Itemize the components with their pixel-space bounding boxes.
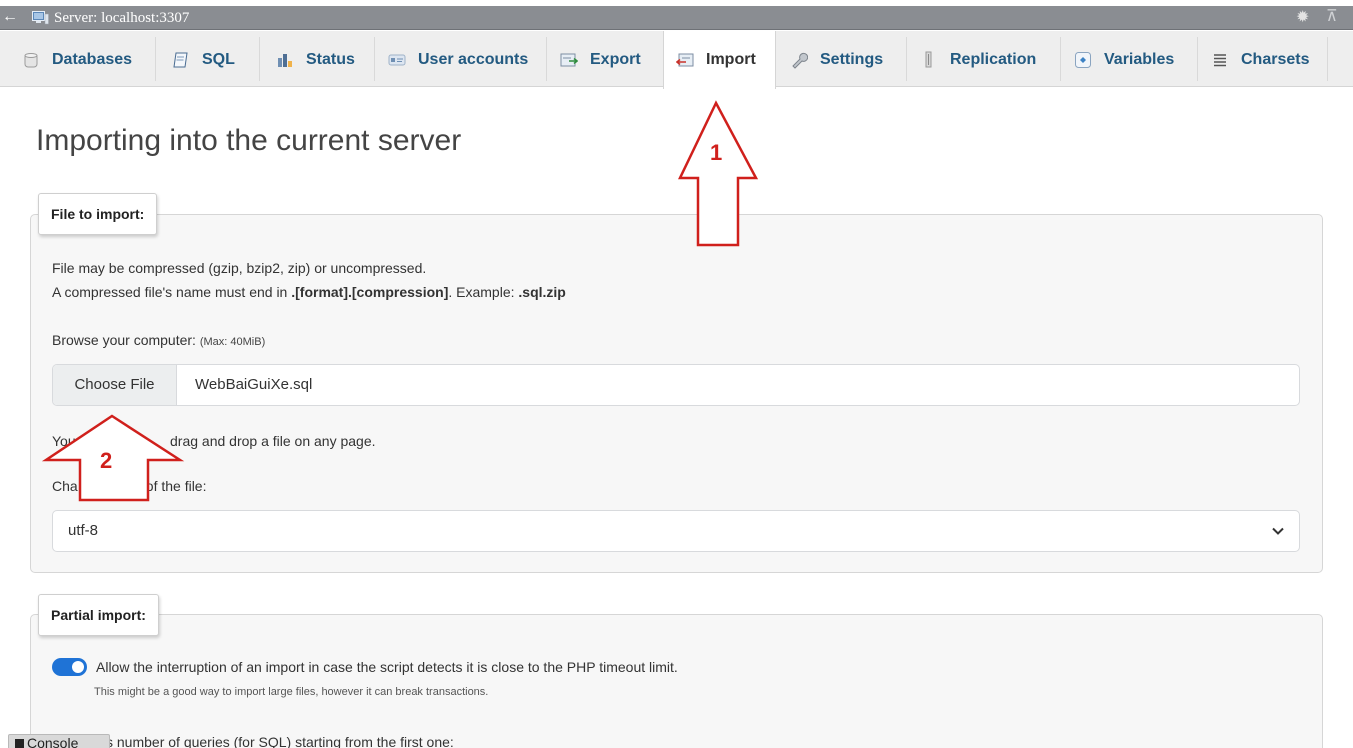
charset-label-start: Cha	[52, 478, 78, 494]
collapse-icon[interactable]: ⊼	[1326, 7, 1338, 27]
console-icon	[15, 739, 24, 748]
tab-replication[interactable]: Replication	[908, 31, 1060, 88]
tab-label: Import	[706, 51, 756, 68]
charset-selected-value: utf-8	[68, 522, 99, 539]
partial-import-legend: Partial import:	[38, 594, 159, 636]
tab-charsets[interactable]: Charsets	[1199, 31, 1327, 88]
browse-label: Browse your computer: (Max: 40MiB)	[52, 332, 266, 348]
back-arrow-icon[interactable]: ←	[2, 7, 18, 27]
tab-import[interactable]: Import	[663, 31, 776, 89]
compression-note: File may be compressed (gzip, bzip2, zip…	[52, 260, 427, 276]
max-size-note: (Max: 40MiB)	[199, 336, 266, 348]
variables-icon	[1075, 51, 1091, 68]
charsets-icon	[1214, 53, 1226, 66]
page-title: Importing into the current server	[36, 124, 462, 157]
choose-file-button[interactable]: Choose File	[53, 365, 177, 405]
settings-gear-icon[interactable]: ✹	[1296, 8, 1309, 28]
server-icon	[32, 11, 49, 25]
tab-label: Export	[590, 50, 641, 68]
tab-label: Databases	[52, 50, 133, 68]
charset-label-end: t of the file:	[138, 478, 207, 494]
tab-variables[interactable]: Variables	[1062, 31, 1197, 88]
server-label[interactable]: Server: localhost:3307	[54, 8, 189, 28]
drag-drop-note-start: You	[52, 433, 76, 449]
chosen-file-name: WebBaiGuiXe.sql	[195, 376, 313, 393]
console-label: Console	[27, 735, 79, 748]
database-icon	[24, 52, 38, 67]
status-chart-icon	[278, 53, 292, 67]
annotation-number-1: 1	[710, 140, 722, 165]
import-icon	[676, 53, 694, 67]
tab-sql[interactable]: SQL	[160, 31, 256, 88]
tab-settings[interactable]: Settings	[778, 31, 906, 88]
main-tab-bar: Databases SQL Status User accounts Expor…	[0, 31, 1353, 89]
skip-queries-label: s number of queries (for SQL) starting f…	[106, 734, 454, 748]
tab-label: Replication	[950, 50, 1037, 68]
tab-status[interactable]: Status	[264, 31, 374, 88]
wrench-icon	[792, 52, 808, 69]
tab-databases[interactable]: Databases	[10, 31, 153, 88]
tab-export[interactable]: Export	[548, 31, 662, 88]
chevron-down-icon	[1272, 527, 1284, 535]
tab-label: SQL	[202, 50, 235, 68]
partial-import-fieldset	[30, 614, 1323, 748]
allow-interrupt-toggle[interactable]	[52, 658, 87, 676]
tab-label: Variables	[1104, 50, 1175, 68]
user-accounts-icon	[388, 54, 406, 65]
export-icon	[560, 53, 578, 66]
tab-label: Status	[306, 50, 355, 68]
tab-label: Settings	[820, 50, 884, 68]
allow-interrupt-label: Allow the interruption of an import in c…	[96, 659, 678, 675]
tab-label: User accounts	[418, 50, 529, 68]
file-upload-input[interactable]: Choose File WebBaiGuiXe.sql	[52, 364, 1300, 406]
tab-label: Charsets	[1241, 50, 1310, 68]
server-title-bar: ← Server: localhost:3307 ✹ ⊼	[0, 6, 1353, 30]
replication-icon	[925, 51, 932, 67]
tab-user-accounts[interactable]: User accounts	[376, 31, 546, 88]
sql-icon	[173, 52, 188, 67]
toggle-knob	[72, 661, 84, 673]
drag-drop-note-end: drag and drop a file on any page.	[170, 433, 376, 449]
filename-requirement-note: A compressed file's name must end in .[f…	[52, 284, 566, 300]
charset-select[interactable]: utf-8	[52, 510, 1300, 552]
file-to-import-legend: File to import:	[38, 193, 158, 235]
console-button[interactable]: Console	[8, 734, 110, 748]
allow-interrupt-hint: This might be a good way to import large…	[94, 686, 489, 698]
